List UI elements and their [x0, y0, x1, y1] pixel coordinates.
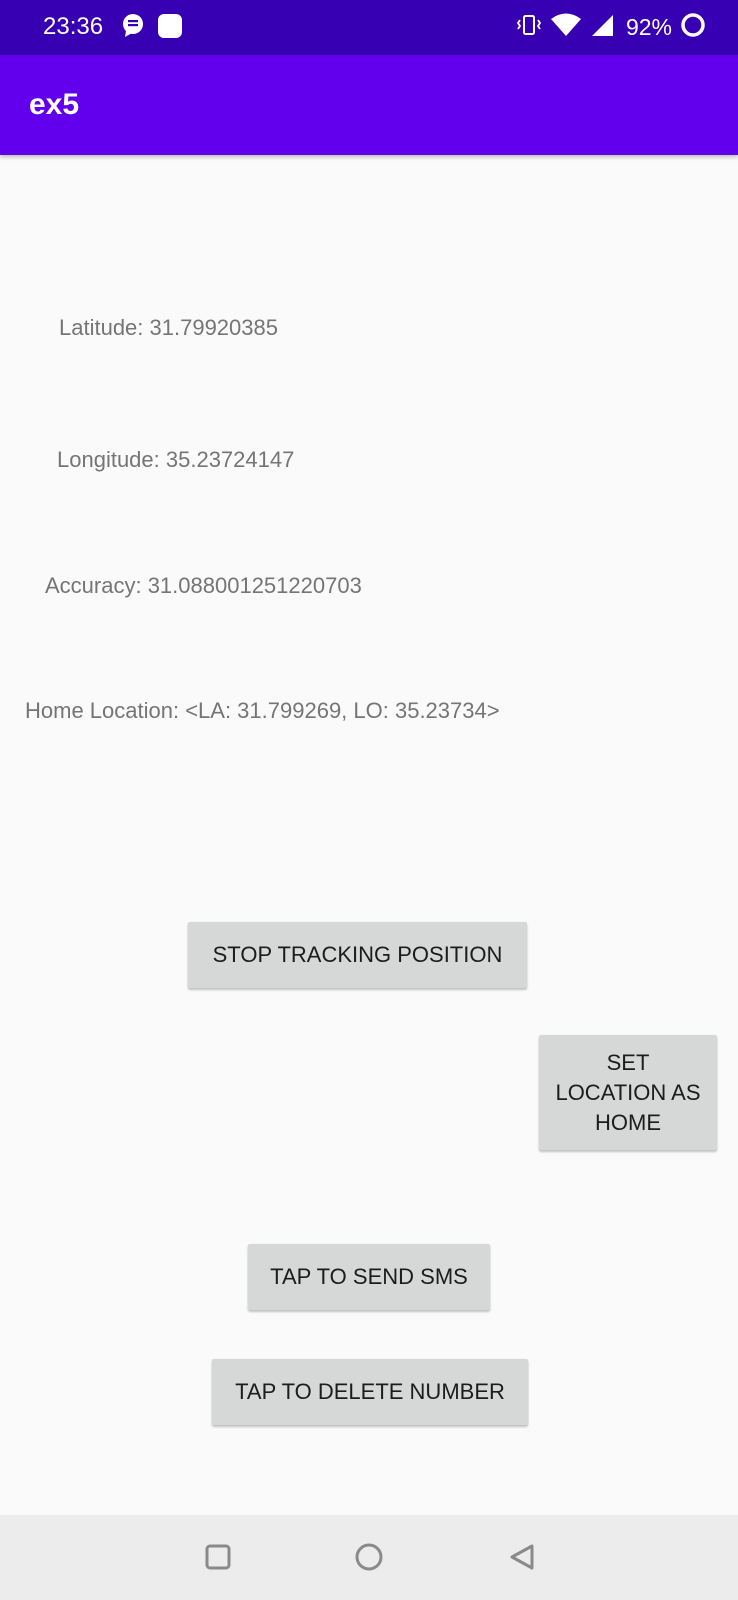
battery-percent: 92% [625, 14, 672, 40]
system-status-icons: 92% [516, 12, 706, 42]
battery-circle-icon [680, 12, 706, 43]
app-bar: ex5 [0, 55, 738, 155]
notification-icons [122, 13, 183, 43]
status-bar: 23:36 92% [0, 0, 738, 55]
navigation-bar [0, 1515, 738, 1600]
square-notification-icon [157, 13, 183, 44]
status-time: 23:36 [43, 13, 104, 40]
wifi-icon [550, 13, 582, 42]
accuracy-text: Accuracy: 31.088001251220703 [45, 573, 362, 598]
delete-number-button[interactable]: TAP TO DELETE NUMBER [212, 1359, 528, 1425]
stop-tracking-button[interactable]: STOP TRACKING POSITION [188, 922, 527, 988]
chat-notification-icon [122, 13, 144, 43]
back-icon[interactable] [502, 1537, 542, 1577]
send-sms-button[interactable]: TAP TO SEND SMS [248, 1244, 490, 1310]
set-location-home-button[interactable]: SET LOCATION AS HOME [539, 1035, 717, 1150]
app-title: ex5 [29, 88, 80, 121]
longitude-text: Longitude: 35.23724147 [57, 447, 295, 472]
home-location-text: Home Location: <LA: 31.799269, LO: 35.23… [25, 698, 500, 723]
app-screen: 23:36 92% ex5 Latitude: 31.79920385 Long… [0, 0, 738, 1600]
home-icon[interactable] [349, 1537, 389, 1577]
signal-icon [590, 13, 614, 42]
vibrate-icon [516, 13, 542, 42]
latitude-text: Latitude: 31.79920385 [59, 315, 278, 340]
recents-icon[interactable] [198, 1537, 238, 1577]
